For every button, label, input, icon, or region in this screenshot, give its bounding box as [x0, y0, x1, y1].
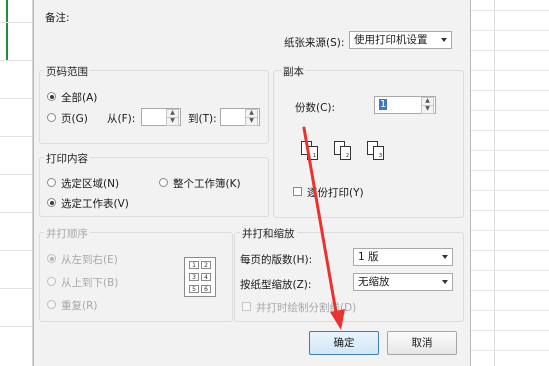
annotation-arrow: [302, 126, 345, 330]
print-dialog: 备注: 纸张来源(S): 使用打印机设置 页码范围 全部(A) 页(G) 从(F…: [33, 0, 471, 366]
spreadsheet-right-area: [470, 0, 549, 366]
active-cell-border: [6, 0, 8, 60]
arrow-head: [330, 309, 345, 330]
arrow-line: [302, 126, 339, 320]
spreadsheet-left-edge: [0, 0, 33, 366]
